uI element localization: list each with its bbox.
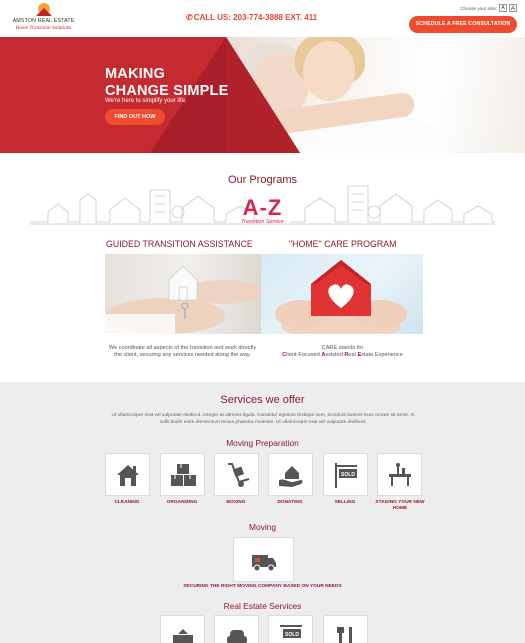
service-label-moving-company: SECURING THE RIGHT MOVING COMPANY BASED … [183,584,342,589]
site-logo[interactable]: AMSTON REAL ESTATE Home Transition Solut… [6,2,81,35]
home-care-image[interactable] [261,254,423,334]
boxes-icon [170,463,196,486]
az-logo: A-Z [242,195,283,220]
service-label-organizing: ORGANIZING [166,500,198,505]
real-estate-services-heading: Real Estate Services [223,601,302,611]
az-subtitle: Transition Service [241,219,284,225]
service-tile-real-estate-2[interactable] [214,615,259,643]
site-header: AMSTON REAL ESTATE Home Transition Solut… [0,0,525,37]
armchair-icon [226,629,247,643]
services-title: Services we offer [220,394,305,406]
guided-transition-text: We coordinate all aspects of the transit… [108,345,257,359]
service-tile-real-estate-4[interactable] [323,615,368,643]
service-label-selling: SELLING [334,500,356,505]
service-label-boxing: BOXING [226,500,246,505]
service-label-cleaning: CLEANING [114,500,140,505]
home-care-text: CARE stands for Client-Focused Assisted … [270,345,415,360]
hero-subtitle: We're here to simplify your life. [105,98,187,104]
moving-heading: Moving [249,522,276,532]
service-tile-cleaning[interactable] [105,453,150,496]
service-tile-real-estate-1[interactable] [160,615,205,643]
service-label-staging: STAGING YOUR NEW HOME [375,500,425,511]
service-tile-organizing[interactable] [160,453,205,496]
font-small-button[interactable]: A [499,4,507,12]
basket-house-icon [172,628,193,643]
schedule-consultation-button[interactable]: SCHEDULE A FREE CONSULTATION [409,16,517,33]
hero-red-panel [0,37,300,153]
svg-text:SOLD: SOLD [285,632,299,638]
service-tile-boxing[interactable] [214,453,259,496]
service-tile-staging[interactable] [377,453,422,496]
service-tile-real-estate-3[interactable]: SOLD [268,615,313,643]
logo-mark-icon [35,2,52,18]
moving-truck-icon [251,554,276,571]
sold-sign-icon: SOLD [279,624,302,638]
svg-text:SOLD: SOLD [341,472,355,478]
logo-tagline: Home Transition Solutions [15,25,72,31]
service-label-donating: DONATING [277,500,303,505]
services-description: Ut ullamcorper erat vel vulputate eleife… [111,413,415,425]
moving-preparation-heading: Moving Preparation [226,438,299,448]
phone-link[interactable]: ✆CALL US: 203-774-3888 EXT. 411 [186,13,317,22]
house-clean-icon [116,464,139,486]
hand-truck-icon [227,462,249,487]
sold-sign-icon: SOLD [334,462,357,488]
guided-transition-heading[interactable]: GUIDED TRANSITION ASSISTANCE [106,239,253,249]
phone-label: CALL US: 203-774-3888 EXT. 411 [193,13,318,22]
hero-title: MAKING CHANGE SIMPLE [105,66,229,99]
logo-name: AMSTON REAL ESTATE [12,18,75,24]
programs-title: Our Programs [227,174,298,186]
hero-banner: MAKING CHANGE SIMPLE We're here to simpl… [0,37,525,153]
hand-house-icon [278,465,302,487]
table-icon [388,462,411,486]
service-tile-moving-company[interactable] [233,537,294,582]
phone-icon: ✆ [186,13,193,22]
font-size-label: Choose your size: [460,5,497,11]
service-tile-donating[interactable] [268,453,313,496]
care-acronym: Client-Focused Assisted Real Estate Expe… [282,352,403,359]
font-size-chooser: Choose your size: A A [460,4,517,12]
tools-icon [336,626,352,643]
services-section: Services we offer Ut ullamcorper erat ve… [0,382,525,643]
service-tile-selling[interactable]: SOLD [323,453,368,496]
font-large-button[interactable]: A [509,4,517,12]
guided-transition-image[interactable] [105,254,267,334]
home-care-heading[interactable]: "HOME" CARE PROGRAM [289,239,396,249]
find-out-how-button[interactable]: FIND OUT HOW [105,109,165,125]
programs-section: Our Programs A-Z Transition Service GUID… [0,153,525,382]
